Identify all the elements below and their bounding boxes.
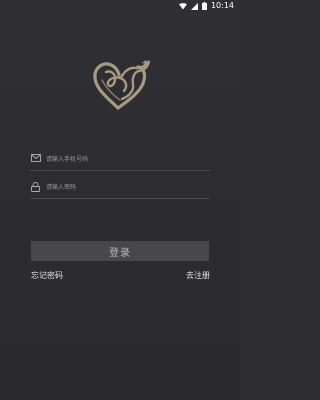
login-screen: 10:14 登录 忘记密码	[0, 0, 240, 400]
status-bar: 10:14	[0, 0, 240, 12]
phone-field	[30, 148, 210, 171]
register-link[interactable]: 去注册	[186, 270, 210, 281]
mail-icon	[31, 154, 41, 164]
status-time: 10:14	[210, 1, 234, 10]
wifi-icon	[178, 2, 187, 10]
signal-icon	[190, 2, 198, 10]
password-field	[30, 176, 210, 199]
phone-input[interactable]	[46, 153, 210, 165]
battery-icon	[201, 2, 207, 10]
password-input[interactable]	[46, 181, 210, 193]
heart-logo-icon	[92, 58, 152, 110]
forgot-password-link[interactable]: 忘记密码	[31, 270, 63, 281]
login-button[interactable]: 登录	[31, 241, 209, 261]
lock-icon	[31, 182, 41, 192]
